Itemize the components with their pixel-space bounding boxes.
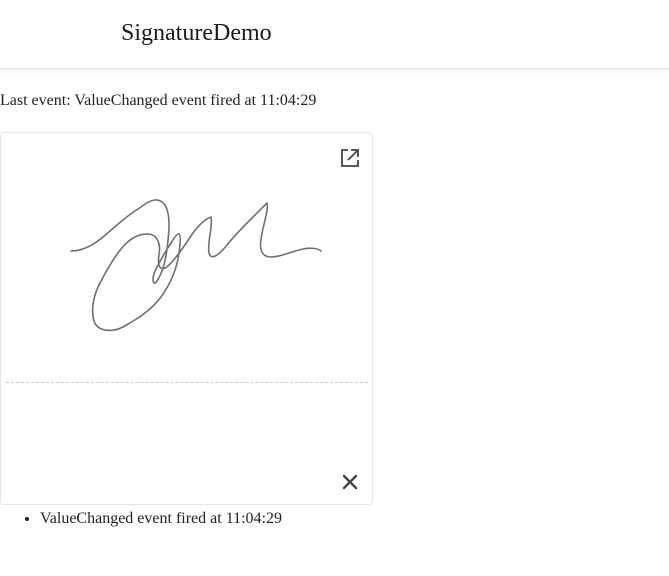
signature-pad[interactable] bbox=[0, 132, 373, 505]
app-title: SignatureDemo bbox=[121, 20, 272, 46]
signature-baseline bbox=[6, 382, 368, 383]
event-log: ValueChanged event fired at 11:04:29 bbox=[0, 508, 282, 530]
last-event-status: Last event: ValueChanged event fired at … bbox=[0, 92, 317, 109]
open-in-new-icon[interactable] bbox=[339, 147, 361, 169]
list-item: ValueChanged event fired at 11:04:29 bbox=[40, 508, 282, 530]
top-bar: SignatureDemo bbox=[0, 0, 669, 69]
signature-stroke bbox=[70, 199, 322, 332]
close-icon[interactable] bbox=[340, 472, 360, 492]
